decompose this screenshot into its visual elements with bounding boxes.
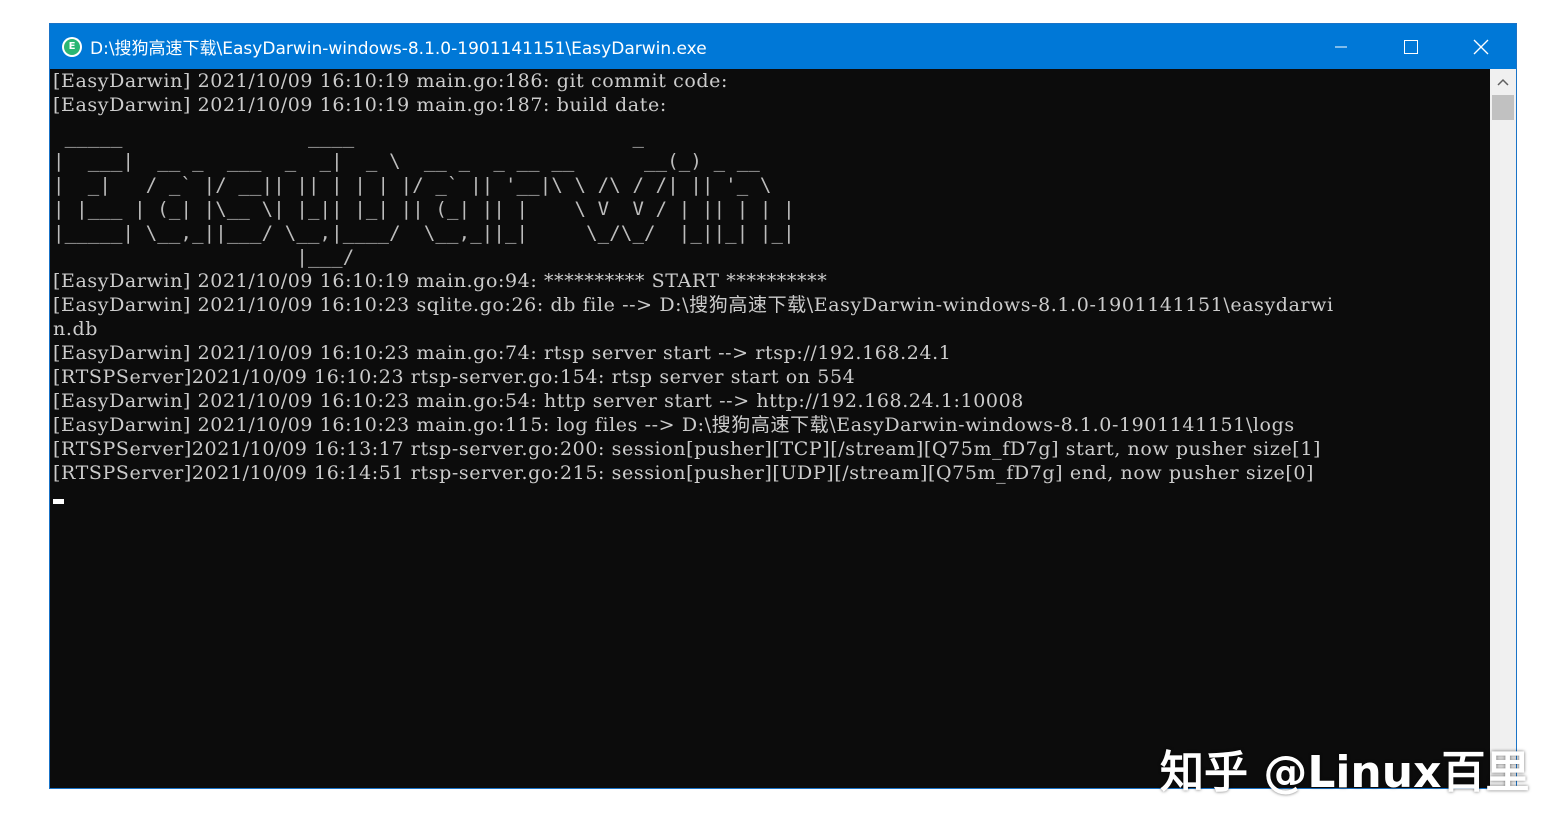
close-button[interactable] [1446, 24, 1516, 69]
scroll-up-button[interactable] [1490, 69, 1516, 95]
log-line: [RTSPServer]2021/10/09 16:10:23 rtsp-ser… [53, 366, 856, 388]
window-title: D:\搜狗高速下载\EasyDarwin-windows-8.1.0-19011… [90, 39, 707, 59]
chevron-up-icon [1497, 78, 1509, 86]
maximize-icon [1404, 39, 1418, 54]
window-controls [1306, 24, 1516, 69]
scroll-thumb[interactable] [1492, 95, 1514, 120]
log-line: n.db [53, 318, 99, 340]
easydarwin-ascii-banner: _____ ____ _ | ___| __ _ ___ _ _| _ \ __… [53, 126, 795, 268]
log-line: [EasyDarwin] 2021/10/09 16:10:23 main.go… [53, 414, 1295, 436]
close-icon [1473, 39, 1489, 54]
console-line-2: [EasyDarwin] 2021/10/09 16:10:19 main.go… [53, 94, 667, 116]
log-line: [EasyDarwin] 2021/10/09 16:10:23 sqlite.… [53, 294, 1334, 316]
vertical-scrollbar[interactable] [1490, 69, 1516, 788]
console-window: E D:\搜狗高速下载\EasyDarwin-windows-8.1.0-190… [49, 23, 1517, 789]
minimize-icon [1335, 46, 1347, 47]
text-cursor [53, 499, 64, 504]
maximize-button[interactable] [1376, 24, 1446, 69]
log-line: [RTSPServer]2021/10/09 16:13:17 rtsp-ser… [53, 438, 1322, 460]
log-line: [RTSPServer]2021/10/09 16:14:51 rtsp-ser… [53, 462, 1315, 484]
title-bar[interactable]: E D:\搜狗高速下载\EasyDarwin-windows-8.1.0-190… [50, 24, 1516, 69]
console-line-1: [EasyDarwin] 2021/10/09 16:10:19 main.go… [53, 70, 728, 92]
watermark-text: 知乎 @Linux百里 [1160, 747, 1530, 798]
minimize-button[interactable] [1306, 24, 1376, 69]
log-line: [EasyDarwin] 2021/10/09 16:10:23 main.go… [53, 390, 1024, 412]
easydarwin-app-icon: E [62, 36, 82, 57]
log-line: [EasyDarwin] 2021/10/09 16:10:19 main.go… [53, 270, 828, 292]
log-line: [EasyDarwin] 2021/10/09 16:10:23 main.go… [53, 342, 952, 364]
console-output[interactable]: [EasyDarwin] 2021/10/09 16:10:19 main.go… [50, 69, 1490, 788]
prompt-line [50, 485, 1490, 509]
